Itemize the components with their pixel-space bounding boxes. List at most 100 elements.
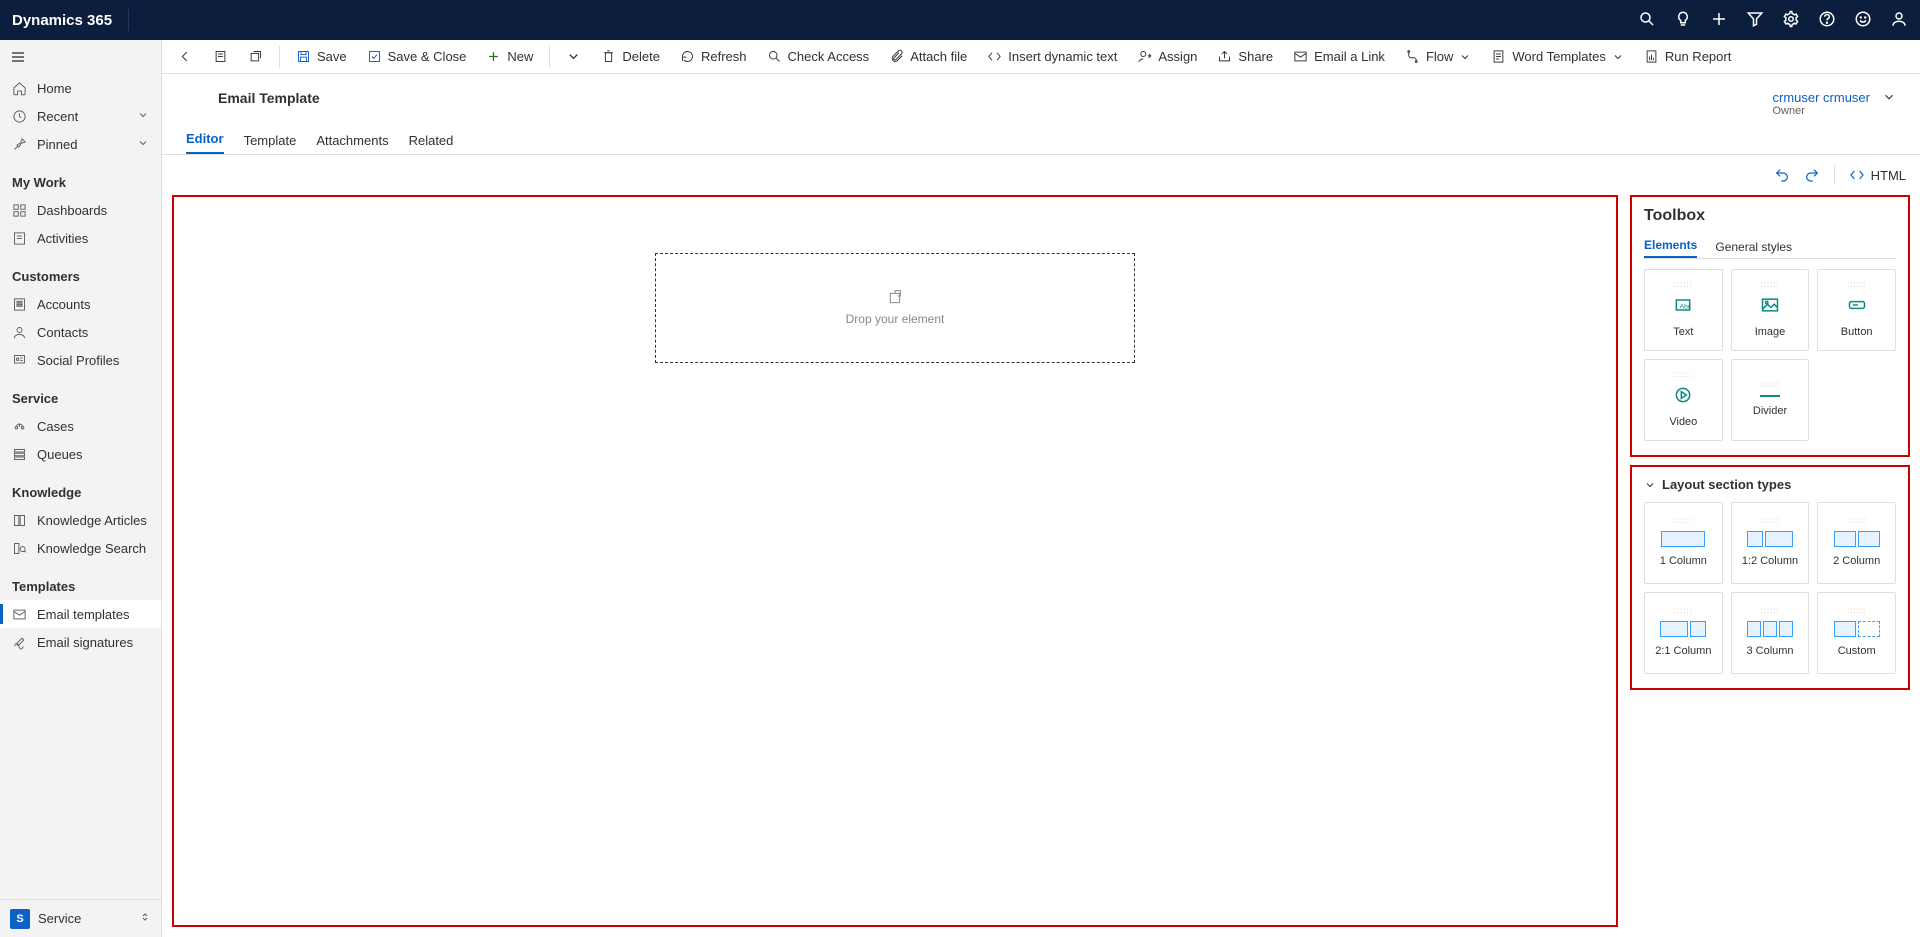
layout-header[interactable]: Layout section types xyxy=(1644,477,1896,492)
back-button[interactable] xyxy=(170,43,201,71)
refresh-label: Refresh xyxy=(701,49,747,64)
new-split-chevron[interactable] xyxy=(558,43,589,71)
separator xyxy=(279,46,280,68)
nav-dashboards-label: Dashboards xyxy=(37,203,107,218)
tool-divider[interactable]: ::::::Divider xyxy=(1731,359,1810,441)
video-icon xyxy=(1673,385,1693,408)
app-name: Service xyxy=(38,911,81,926)
hamburger-button[interactable] xyxy=(0,40,161,74)
divider-icon xyxy=(1760,395,1780,397)
save-close-button[interactable]: Save & Close xyxy=(359,43,475,71)
assign-label: Assign xyxy=(1158,49,1197,64)
tab-related[interactable]: Related xyxy=(409,133,454,154)
drag-handle-icon: :::::: xyxy=(1760,383,1779,387)
chevron-down-icon[interactable] xyxy=(1882,90,1896,107)
tool-video-label: Video xyxy=(1669,416,1697,428)
nav-accounts[interactable]: Accounts xyxy=(0,290,161,318)
html-toggle-button[interactable]: HTML xyxy=(1849,167,1906,183)
drag-handle-icon: :::::: xyxy=(1674,519,1693,523)
search-icon[interactable] xyxy=(1638,10,1656,31)
layout-1-2-column[interactable]: ::::::1:2 Column xyxy=(1731,502,1810,584)
nav-contacts[interactable]: Contacts xyxy=(0,318,161,346)
updown-icon xyxy=(139,911,151,926)
refresh-button[interactable]: Refresh xyxy=(672,43,755,71)
sidebar: Home Recent Pinned My Work Dashboards Ac… xyxy=(0,40,162,937)
tool-text[interactable]: ::::::AbcText xyxy=(1644,269,1723,351)
tab-template[interactable]: Template xyxy=(244,133,297,154)
plus-icon[interactable] xyxy=(1710,10,1728,31)
nav-knowledge-articles[interactable]: Knowledge Articles xyxy=(0,506,161,534)
nav-activities-label: Activities xyxy=(37,231,88,246)
layout-custom[interactable]: ::::::Custom xyxy=(1817,592,1896,674)
open-new-window[interactable] xyxy=(240,43,271,71)
nav-kb-search-label: Knowledge Search xyxy=(37,541,146,556)
app-initial: S xyxy=(10,909,30,929)
gear-icon[interactable] xyxy=(1782,10,1800,31)
attach-file-button[interactable]: Attach file xyxy=(881,43,975,71)
tool-image[interactable]: ::::::Image xyxy=(1731,269,1810,351)
check-access-button[interactable]: Check Access xyxy=(759,43,878,71)
person-icon[interactable] xyxy=(1890,10,1908,31)
nav-cases[interactable]: Cases xyxy=(0,412,161,440)
nav-home[interactable]: Home xyxy=(0,74,161,102)
flow-button[interactable]: Flow xyxy=(1397,43,1479,71)
nav-pinned[interactable]: Pinned xyxy=(0,130,161,158)
nav-dashboards[interactable]: Dashboards xyxy=(0,196,161,224)
nav-email-signatures[interactable]: Email signatures xyxy=(0,628,161,656)
owner-link[interactable]: crmuser crmuser xyxy=(1772,90,1870,105)
new-button[interactable]: New xyxy=(478,43,541,71)
tool-video[interactable]: ::::::Video xyxy=(1644,359,1723,441)
tab-editor[interactable]: Editor xyxy=(186,131,224,154)
insert-dynamic-button[interactable]: Insert dynamic text xyxy=(979,43,1125,71)
nav-social-profiles[interactable]: Social Profiles xyxy=(0,346,161,374)
nav-email-templates[interactable]: Email templates xyxy=(0,600,161,628)
layout-2-column[interactable]: ::::::2 Column xyxy=(1817,502,1896,584)
nav-recent[interactable]: Recent xyxy=(0,102,161,130)
layout-21col-label: 2:1 Column xyxy=(1655,645,1711,657)
tool-button[interactable]: ::::::Button xyxy=(1817,269,1896,351)
drop-zone[interactable]: Drop your element xyxy=(655,253,1135,363)
tool-button-label: Button xyxy=(1841,326,1873,338)
form-selector[interactable] xyxy=(205,43,236,71)
separator xyxy=(549,46,550,68)
command-bar: Save Save & Close New Delete Refresh Che… xyxy=(162,40,1920,74)
smile-icon[interactable] xyxy=(1854,10,1872,31)
layout-1-column[interactable]: ::::::1 Column xyxy=(1644,502,1723,584)
layout-12col-label: 1:2 Column xyxy=(1742,555,1798,567)
delete-button[interactable]: Delete xyxy=(593,43,668,71)
run-report-button[interactable]: Run Report xyxy=(1636,43,1739,71)
nav-activities[interactable]: Activities xyxy=(0,224,161,252)
button-icon xyxy=(1847,295,1867,318)
help-icon[interactable] xyxy=(1818,10,1836,31)
new-label: New xyxy=(507,49,533,64)
assign-button[interactable]: Assign xyxy=(1129,43,1205,71)
layout-3col-label: 3 Column xyxy=(1746,645,1793,657)
share-button[interactable]: Share xyxy=(1209,43,1281,71)
toolbox-tab-general-styles[interactable]: General styles xyxy=(1715,240,1792,258)
designer-canvas[interactable]: Drop your element xyxy=(172,195,1618,927)
toolbox-tab-elements[interactable]: Elements xyxy=(1644,238,1697,258)
tool-image-label: Image xyxy=(1755,326,1786,338)
text-icon: Abc xyxy=(1673,295,1693,318)
lightbulb-icon[interactable] xyxy=(1674,10,1692,31)
tab-attachments[interactable]: Attachments xyxy=(316,133,388,154)
owner-label: Owner xyxy=(1772,105,1870,117)
email-link-button[interactable]: Email a Link xyxy=(1285,43,1393,71)
word-templates-label: Word Templates xyxy=(1512,49,1605,64)
layout-custom-label: Custom xyxy=(1838,645,1876,657)
record-title: Email Template xyxy=(218,90,320,106)
undo-button[interactable] xyxy=(1774,167,1790,183)
layout-3-column[interactable]: ::::::3 Column xyxy=(1731,592,1810,674)
layout-2col-label: 2 Column xyxy=(1833,555,1880,567)
filter-icon[interactable] xyxy=(1746,10,1764,31)
nav-queues[interactable]: Queues xyxy=(0,440,161,468)
layout-title: Layout section types xyxy=(1662,477,1791,492)
toolbox-panel: Toolbox Elements General styles ::::::Ab… xyxy=(1630,195,1910,457)
redo-button[interactable] xyxy=(1804,167,1820,183)
site-switcher[interactable]: S Service xyxy=(0,899,161,937)
layout-2-1-column[interactable]: ::::::2:1 Column xyxy=(1644,592,1723,674)
word-templates-button[interactable]: Word Templates xyxy=(1483,43,1631,71)
nav-knowledge-search[interactable]: Knowledge Search xyxy=(0,534,161,562)
save-button[interactable]: Save xyxy=(288,43,355,71)
nav-email-templates-label: Email templates xyxy=(37,607,129,622)
